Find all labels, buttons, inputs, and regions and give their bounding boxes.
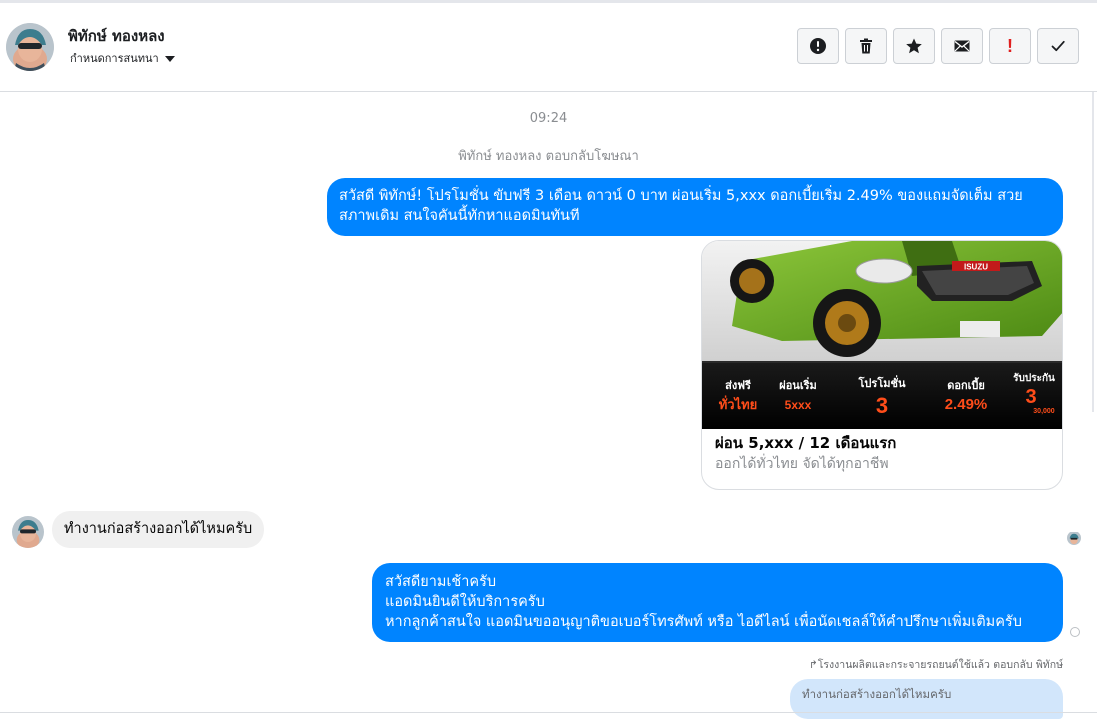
star-icon: [906, 38, 922, 54]
promo-free-shipping-label: ส่งฟรี: [725, 379, 751, 392]
ad-card-title: ผ่อน 5,xxx / 12 เดือนแรก: [715, 434, 897, 452]
sent-status-icon: [1070, 627, 1080, 637]
promo-warranty-extra: 30,000: [1033, 408, 1055, 415]
promo-warranty-label: รับประกัน: [1013, 372, 1055, 384]
promo-warranty-value: 3: [1025, 386, 1036, 408]
star-button[interactable]: [893, 28, 935, 64]
reply-line: สวัสดียามเช้าครับ: [385, 574, 497, 590]
promo-interest-label: ดอกเบี้ย: [947, 377, 985, 392]
isuzu-logo: ISUZU: [964, 263, 988, 272]
conversation-label-text: กำหนดการสนทนา: [70, 52, 159, 65]
outgoing-message[interactable]: สวัสดี พิทักษ์! โปรโมชั่น ขับฟรี 3 เดือน…: [327, 178, 1063, 236]
sender-avatar[interactable]: [12, 516, 44, 548]
mark-unread-button[interactable]: [941, 28, 983, 64]
quoted-message[interactable]: ทำงานก่อสร้างออกได้ไหมครับ: [790, 679, 1063, 719]
ad-card[interactable]: ISUZU ส่งฟรี ทั่วไทย ผ่อนเริ่ม 5xxx โปรโ…: [701, 240, 1063, 490]
seen-indicator-avatar: [1067, 531, 1081, 545]
promo-free-shipping-value: ทั่วไทย: [719, 395, 758, 412]
promo-installment-label: ผ่อนเริ่ม: [779, 377, 817, 392]
exclamation-icon: !: [1007, 35, 1013, 56]
delete-button[interactable]: [845, 28, 887, 64]
conversation-label-dropdown[interactable]: กำหนดการสนทนา: [70, 49, 175, 67]
incoming-message[interactable]: ทำงานก่อสร้างออกได้ไหมครับ: [52, 511, 265, 548]
promo-installment-value: 5xxx: [785, 398, 812, 412]
mark-spam-button[interactable]: [797, 28, 839, 64]
contact-name: พิทักษ์ ทองหลง: [68, 27, 165, 45]
promo-promotion-value: 3: [876, 393, 888, 418]
reply-note: ↱โรงงานผลิตและกระจายรถยนต์ใช้แล้ว ตอบกลั…: [808, 659, 1063, 671]
outgoing-reply-message[interactable]: สวัสดียามเช้าครับ แอดมินยินดีให้บริการคร…: [372, 563, 1063, 642]
contact-avatar[interactable]: [6, 23, 54, 71]
reply-line: แอดมินยินดีให้บริการครับ: [385, 594, 545, 610]
scrollbar[interactable]: [1089, 92, 1097, 412]
envelope-icon: [954, 40, 970, 52]
promo-promotion-label: โปรโมชั่น: [858, 375, 906, 390]
bottom-divider: [0, 712, 1097, 713]
follow-up-button[interactable]: !: [989, 28, 1031, 64]
reply-line: หากลูกค้าสนใจ แอดมินขออนุญาติขอเบอร์โทรศ…: [385, 614, 1022, 630]
checkmark-icon: [1051, 40, 1065, 52]
mark-done-button[interactable]: [1037, 28, 1079, 64]
ad-card-image[interactable]: ISUZU ส่งฟรี ทั่วไทย ผ่อนเริ่ม 5xxx โปรโ…: [702, 241, 1063, 429]
alert-circle-icon: [810, 38, 826, 54]
trash-icon: [860, 38, 872, 54]
caret-down-icon: [164, 56, 175, 62]
conversation-header: พิทักษ์ ทองหลง กำหนดการสนทนา !: [0, 3, 1097, 92]
promo-interest-value: 2.49%: [945, 396, 988, 413]
ad-card-subtitle: ออกได้ทั่วไทย จัดได้ทุกอาชีพ: [715, 456, 889, 472]
header-actions: !: [797, 28, 1079, 64]
message-timestamp: 09:24: [529, 111, 568, 126]
ad-reply-event: พิทักษ์ ทองหลง ตอบกลับโฆษณา: [458, 149, 639, 164]
